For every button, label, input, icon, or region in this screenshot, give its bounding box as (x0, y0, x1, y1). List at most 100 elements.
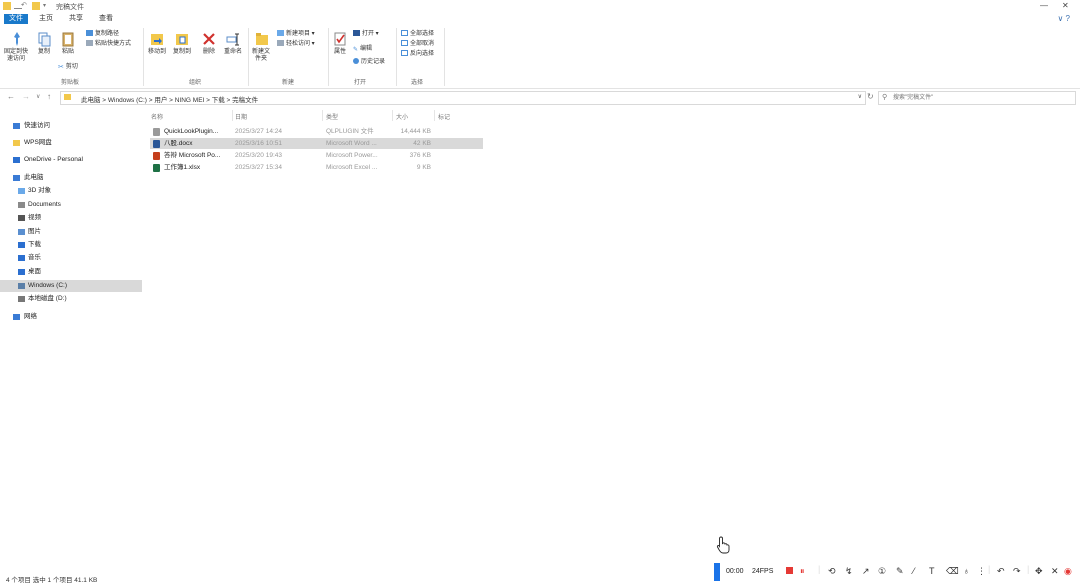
nav-item-label: 音乐 (28, 254, 41, 261)
nav-item[interactable]: 音乐 (0, 252, 142, 264)
address-dropdown-icon[interactable]: ∨ (858, 93, 862, 100)
tab-share[interactable]: 共享 (64, 14, 88, 24)
invert-selection-button[interactable]: 反向选择 (401, 50, 434, 58)
customize-quick-access-icon[interactable]: ▾ (43, 2, 51, 10)
eraser-tool-icon[interactable]: ⌫ (946, 566, 959, 577)
window-title: 完稿文件 (56, 4, 84, 11)
status-bar: 4 个项目 选中 1 个项目 41.1 KB (6, 577, 98, 584)
column-header-date[interactable]: 日期 (235, 112, 247, 121)
search-box[interactable]: ⚲ (878, 91, 1076, 105)
ribbon-expand-help[interactable]: ∨ ? (1057, 14, 1070, 23)
new-item-button[interactable]: 新建项目 ▾ (277, 30, 315, 38)
nav-item[interactable]: WPS网盘 (0, 137, 142, 149)
close-button[interactable]: ✕ (1062, 1, 1069, 10)
properties-button[interactable]: 属性 (331, 31, 349, 56)
pause-icon[interactable]: ⏸ (800, 566, 805, 577)
file-row[interactable]: 答辩 Microsoft Po... 2025/3/20 19:43 Microso… (150, 150, 483, 161)
nav-item[interactable]: OneDrive - Personal (0, 154, 142, 166)
nav-item[interactable]: 视频 (0, 212, 142, 224)
new-folder-button[interactable]: 新建文件夹 (251, 31, 273, 63)
nav-item[interactable]: 下载 (0, 239, 142, 251)
ribbon: 固定到快速访问 复制 粘贴 复制路径 粘贴快捷方式 ✂ 剪切 剪贴板 移动到 复制… (0, 25, 1080, 89)
move-toolbar-icon[interactable]: ✥ (1035, 566, 1043, 577)
copy-to-button[interactable]: 复制到 (171, 31, 193, 56)
cut-button[interactable]: ✂ 剪切 (58, 63, 78, 71)
file-name: 答辩 Microsoft Po... (164, 152, 221, 159)
new-folder-icon[interactable] (32, 2, 40, 10)
pen-tool-icon[interactable]: ✎ (896, 566, 904, 577)
arrow-tool-icon[interactable]: ↗ (862, 566, 870, 577)
ribbon-divider (444, 28, 445, 86)
rename-button[interactable]: 重命名 (222, 31, 244, 56)
delete-button[interactable]: 删除 (200, 31, 218, 56)
nav-item[interactable]: 3D 对象 (0, 185, 142, 197)
more-options-icon[interactable]: ⋮ (977, 566, 986, 577)
file-type: QLPLUGIN 文件 (326, 128, 374, 135)
select-none-button[interactable]: 全部取消 (401, 40, 434, 48)
easy-access-button[interactable]: 轻松访问 ▾ (277, 40, 315, 48)
nav-item[interactable]: 网络 (0, 311, 142, 323)
number-tool-icon[interactable]: ① (878, 566, 886, 577)
column-header-tags[interactable]: 标记 (438, 112, 450, 121)
nav-item-label: Windows (C:) (28, 282, 68, 289)
file-row[interactable]: 工作簿1.xlsx 2025/3/27 15:34 Microsoft Excel … (150, 162, 483, 173)
paste-shortcut-button[interactable]: 粘贴快捷方式 (86, 40, 131, 48)
shape-tool-icon[interactable]: ⟲ (828, 566, 836, 577)
refresh-icon[interactable]: ↻ (867, 92, 874, 101)
nav-item[interactable]: Documents (0, 199, 142, 211)
nav-item[interactable]: Windows (C:) (0, 280, 142, 292)
file-row[interactable]: 八股.docx 2025/3/16 10:51 Microsoft Word ...… (150, 138, 483, 149)
toolbar-divider: | (818, 564, 821, 574)
nav-item[interactable]: 图片 (0, 226, 142, 238)
scissors-icon: ✂ (58, 64, 64, 71)
nav-item[interactable]: 此电脑 (0, 172, 142, 184)
column-header-type[interactable]: 类型 (326, 112, 338, 121)
open-button[interactable]: 打开 ▾ (353, 30, 379, 38)
move-to-button[interactable]: 移动到 (146, 31, 168, 56)
tab-home[interactable]: 主页 (34, 14, 58, 24)
highlighter-tool-icon[interactable]: ⁄ (913, 566, 915, 577)
tab-view[interactable]: 查看 (94, 14, 118, 24)
select-none-icon (401, 40, 408, 46)
spotlight-tool-icon[interactable]: ♁ (963, 566, 970, 577)
copy-button[interactable]: 复制 (35, 31, 53, 56)
record-icon[interactable]: ◉ (1064, 566, 1072, 577)
toolbar-divider: | (1027, 564, 1030, 574)
up-arrow-icon[interactable]: ↑ (47, 92, 51, 101)
line-tool-icon[interactable]: ↯ (845, 566, 853, 577)
forward-arrow-icon[interactable]: → (22, 92, 30, 101)
nav-item[interactable]: 桌面 (0, 266, 142, 278)
nav-item-label: WPS网盘 (24, 139, 52, 146)
copy-to-icon (176, 34, 188, 45)
column-header-size[interactable]: 大小 (396, 112, 408, 121)
column-header-name[interactable]: 名称 (151, 112, 163, 121)
nav-item-icon (13, 175, 20, 181)
edit-button[interactable]: ✎ 编辑 (353, 45, 372, 53)
file-row[interactable]: QuickLookPlugin... 2025/3/27 14:24 QLPLUGI… (150, 126, 483, 137)
file-type-icon (153, 164, 160, 172)
nav-item[interactable]: 快速访问 (0, 120, 142, 132)
select-all-button[interactable]: 全部选择 (401, 30, 434, 38)
close-toolbar-icon[interactable]: ✕ (1051, 566, 1059, 577)
nav-item[interactable]: 本地磁盘 (D:) (0, 293, 142, 305)
file-size: 376 KB (409, 152, 431, 159)
pin-quick-access-button[interactable]: 固定到快速访问 (3, 31, 31, 63)
address-bar[interactable]: 此电脑 > Windows (C:) > 用户 > NING MEI > 下载 … (60, 91, 866, 105)
recent-locations-icon[interactable]: ∨ (36, 93, 40, 100)
redo-icon[interactable]: ↷ (1013, 566, 1021, 577)
copy-path-icon (86, 30, 93, 36)
search-input[interactable] (893, 93, 1063, 103)
nav-item-icon (13, 157, 20, 163)
minimize-button[interactable]: — (1040, 1, 1048, 10)
back-arrow-icon[interactable]: ← (7, 92, 15, 101)
text-tool-icon[interactable]: T (929, 566, 935, 577)
copy-path-button[interactable]: 复制路径 (86, 30, 119, 38)
undo-icon[interactable]: ↶ (997, 566, 1005, 577)
tab-file[interactable]: 文件 (4, 14, 28, 24)
undo-icon[interactable]: ↶ (21, 2, 29, 10)
breadcrumb[interactable]: 此电脑 > Windows (C:) > 用户 > NING MEI > 下载 … (81, 94, 258, 104)
history-button[interactable]: 历史记录 (353, 58, 385, 66)
nav-item-label: 快速访问 (24, 122, 50, 129)
paste-button[interactable]: 粘贴 (58, 31, 78, 56)
stop-record-icon[interactable] (786, 567, 793, 574)
